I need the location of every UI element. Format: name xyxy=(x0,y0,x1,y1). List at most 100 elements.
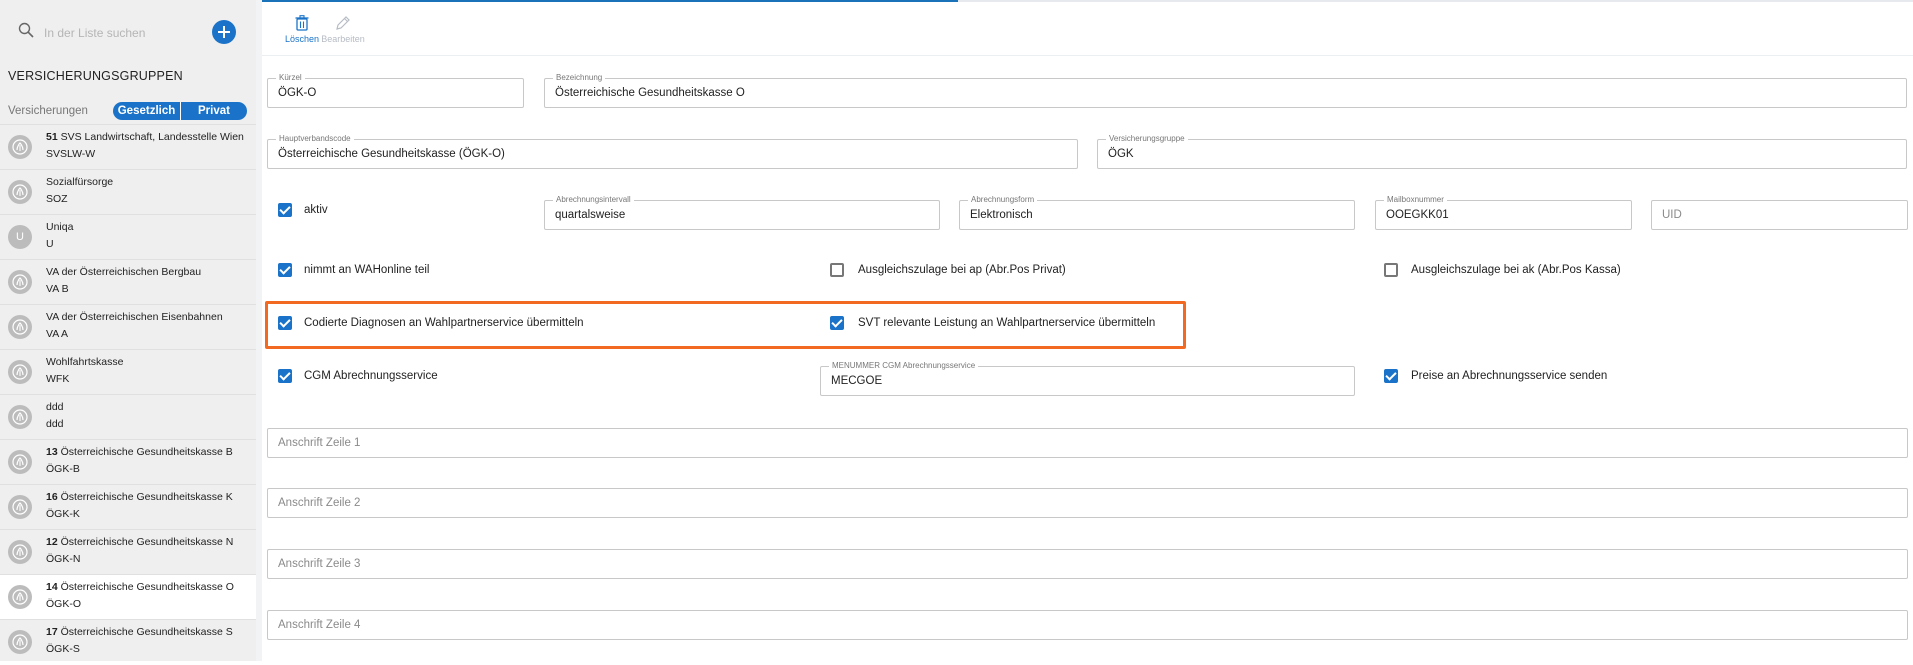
list-item-name: VA der Österreichischen Bergbau xyxy=(46,266,251,278)
aktiv-checkbox[interactable] xyxy=(278,203,292,217)
bezeichnung-field[interactable]: Bezeichnung Österreichische Gesundheitsk… xyxy=(544,73,1907,108)
list-item[interactable]: ddd ddd xyxy=(0,394,256,440)
anschrift-zeile-2-field[interactable]: Anschrift Zeile 2 xyxy=(267,488,1908,518)
versicherungsgruppe-field[interactable]: Versicherungsgruppe ÖGK xyxy=(1097,134,1907,169)
list-item-label: Österreichische Gesundheitskasse B xyxy=(60,446,233,458)
logo-icon xyxy=(8,450,32,474)
list-item-number: 14 xyxy=(46,581,58,593)
anschrift-zeile-1-placeholder: Anschrift Zeile 1 xyxy=(278,437,361,449)
top-loading-track xyxy=(0,0,1913,2)
list-item[interactable]: 17 Österreichische Gesundheitskasse S ÖGK… xyxy=(0,619,256,665)
wahonline-checkbox[interactable] xyxy=(278,263,292,277)
list-item-name: Wohlfahrtskasse xyxy=(46,356,251,368)
abrechnungsform-field[interactable]: Abrechnungsform Elektronisch xyxy=(959,195,1355,230)
edit-label: Bearbeiten xyxy=(321,34,365,44)
logo-icon xyxy=(8,135,32,159)
preise-checkbox[interactable] xyxy=(1384,369,1398,383)
codierte-diagnosen-checkbox[interactable] xyxy=(278,316,292,330)
uid-field[interactable]: UID xyxy=(1651,200,1908,230)
list-item[interactable]: 14 Österreichische Gesundheitskasse O ÖGK… xyxy=(0,574,256,620)
ausgleich-ak-checkbox[interactable] xyxy=(1384,263,1398,277)
menummer-field[interactable]: MENUMMER CGM Abrechnungsservice MECGOE xyxy=(820,361,1355,396)
list-item-name: Uniqa xyxy=(46,221,251,233)
list-item-number: 16 xyxy=(46,491,58,503)
list-item[interactable]: 13 Österreichische Gesundheitskasse B ÖGK… xyxy=(0,439,256,485)
list-item-label: Uniqa xyxy=(46,221,74,233)
segment-toggle: Gesetzlich Privat xyxy=(113,102,247,120)
list-item-code: WFK xyxy=(46,373,70,385)
trash-icon xyxy=(295,15,309,31)
add-button[interactable] xyxy=(212,20,236,44)
list-item[interactable]: VA der Österreichischen Bergbau VA B xyxy=(0,259,256,305)
search-input[interactable] xyxy=(42,20,216,46)
search-box xyxy=(18,20,218,46)
sidebar-divider xyxy=(256,0,262,661)
aktiv-label: aktiv xyxy=(304,204,328,216)
list-item[interactable]: 12 Österreichische Gesundheitskasse N ÖGK… xyxy=(0,529,256,575)
pencil-icon xyxy=(336,16,350,30)
edit-button[interactable]: Bearbeiten xyxy=(318,15,368,44)
list-item[interactable]: Sozialfürsorge SOZ xyxy=(0,169,256,215)
list-item-name: 14 Österreichische Gesundheitskasse O xyxy=(46,581,251,593)
list-item-number: 17 xyxy=(46,626,58,638)
list-item[interactable]: 51 SVS Landwirtschaft, Landesstelle Wien… xyxy=(0,124,256,170)
search-icon xyxy=(18,22,34,38)
list-item-name: 17 Österreichische Gesundheitskasse S xyxy=(46,626,251,638)
list-item[interactable]: VA der Österreichischen Eisenbahnen VA A xyxy=(0,304,256,350)
anschrift-zeile-3-field[interactable]: Anschrift Zeile 3 xyxy=(267,549,1908,579)
list-item-name: 12 Österreichische Gesundheitskasse N xyxy=(46,536,251,548)
wahonline-label: nimmt an WAHonline teil xyxy=(304,264,430,276)
kuerzel-value: ÖGK-O xyxy=(278,87,317,99)
list-item[interactable]: Wohlfahrtskasse WFK xyxy=(0,349,256,395)
logo-icon xyxy=(8,630,32,654)
segment-gesetzlich[interactable]: Gesetzlich xyxy=(113,102,180,120)
logo-icon xyxy=(8,405,32,429)
ausgleich-ak-label: Ausgleichszulage bei ak (Abr.Pos Kassa) xyxy=(1411,264,1621,276)
svt-leistung-label: SVT relevante Leistung an Wahlpartnerser… xyxy=(858,317,1156,329)
cgm-checkbox[interactable] xyxy=(278,369,292,383)
segment-privat[interactable]: Privat xyxy=(181,102,247,120)
list-item-code: VA B xyxy=(46,283,69,295)
mailboxnummer-label: Mailboxnummer xyxy=(1384,195,1447,205)
logo-icon xyxy=(8,495,32,519)
bezeichnung-label: Bezeichnung xyxy=(553,73,606,83)
list-item-name: VA der Österreichischen Eisenbahnen xyxy=(46,311,251,323)
list-item-name: Sozialfürsorge xyxy=(46,176,251,188)
hauptverbandscode-field[interactable]: Hauptverbandscode Österreichische Gesund… xyxy=(267,134,1078,169)
hauptverbandscode-label: Hauptverbandscode xyxy=(276,134,354,144)
list-item-code: SVSLW-W xyxy=(46,148,96,160)
list-item-code: ÖGK-B xyxy=(46,463,80,475)
kuerzel-label: Kürzel xyxy=(276,73,305,83)
list-item-label: VA der Österreichischen Bergbau xyxy=(46,266,202,278)
list-item-label: VA der Österreichischen Eisenbahnen xyxy=(46,311,223,323)
mailboxnummer-value: OOEGKK01 xyxy=(1386,209,1449,221)
mailboxnummer-field[interactable]: Mailboxnummer OOEGKK01 xyxy=(1375,195,1632,230)
anschrift-zeile-4-field[interactable]: Anschrift Zeile 4 xyxy=(267,610,1908,640)
list-item-number: 51 xyxy=(46,131,58,143)
toolbar: Löschen Bearbeiten xyxy=(262,8,1913,56)
list-item-label: Österreichische Gesundheitskasse K xyxy=(60,491,233,503)
list-item-name: 51 SVS Landwirtschaft, Landesstelle Wien xyxy=(46,131,251,143)
list-item-code: ÖGK-O xyxy=(46,598,82,610)
ausgleich-ap-label: Ausgleichszulage bei ap (Abr.Pos Privat) xyxy=(858,264,1066,276)
bezeichnung-value: Österreichische Gesundheitskasse O xyxy=(555,87,745,99)
abrechnungsform-value: Elektronisch xyxy=(970,209,1033,221)
logo-icon xyxy=(8,180,32,204)
list-item-code: SOZ xyxy=(46,193,68,205)
ausgleich-ap-checkbox[interactable] xyxy=(830,263,844,277)
svt-leistung-checkbox[interactable] xyxy=(830,316,844,330)
menummer-value: MECGOE xyxy=(831,375,883,387)
list-item-label: Sozialfürsorge xyxy=(46,176,114,188)
codierte-diagnosen-label: Codierte Diagnosen an Wahlpartnerservice… xyxy=(304,317,584,329)
abrechnungsform-label: Abrechnungsform xyxy=(968,195,1038,205)
logo-icon xyxy=(8,270,32,294)
sidebar: VERSICHERUNGSGRUPPEN Versicherungen Gese… xyxy=(0,0,257,661)
abrechnungsintervall-field[interactable]: Abrechnungsintervall quartalsweise xyxy=(544,195,940,230)
list-item[interactable]: U Uniqa U xyxy=(0,214,256,260)
kuerzel-field[interactable]: Kürzel ÖGK-O xyxy=(267,73,524,108)
list-item-label: Österreichische Gesundheitskasse O xyxy=(60,581,234,593)
anschrift-zeile-1-field[interactable]: Anschrift Zeile 1 xyxy=(267,428,1908,458)
list-item-code: ÖGK-N xyxy=(46,553,81,565)
list-item[interactable]: 16 Österreichische Gesundheitskasse K ÖGK… xyxy=(0,484,256,530)
list-item-label: Wohlfahrtskasse xyxy=(46,356,124,368)
